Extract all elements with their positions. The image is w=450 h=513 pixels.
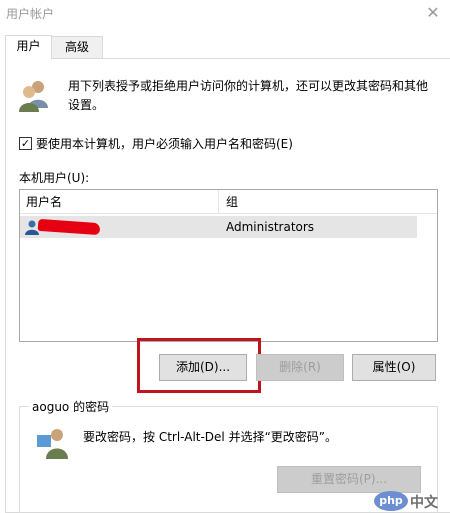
user-list[interactable]: 用户名 组 Administrators: [19, 189, 438, 342]
list-header: 用户名 组: [20, 190, 437, 214]
user-list-label: 本机用户(U):: [19, 171, 90, 185]
column-username[interactable]: 用户名: [20, 190, 219, 214]
remove-button[interactable]: 删除(R): [256, 354, 344, 381]
site-watermark: php 中文网: [374, 491, 450, 513]
tab-advanced[interactable]: 高级: [51, 36, 103, 58]
group-cell: Administrators: [226, 220, 315, 234]
users-icon: [19, 81, 48, 112]
close-icon[interactable]: ✕: [422, 2, 444, 24]
reset-password-button[interactable]: 重置密码(P)...: [277, 466, 421, 493]
watermark-text: 中文网: [410, 495, 438, 511]
user-avatar-icon: [37, 429, 68, 459]
title-bar: 用户帐户 ✕: [0, 0, 450, 30]
tab-users[interactable]: 用户: [5, 35, 52, 59]
password-group-title: aoguo 的密码: [29, 398, 113, 415]
password-instruction: 要改密码，按 Ctrl-Alt-Del 并选择“更改密码”。: [83, 430, 338, 444]
column-group[interactable]: 组: [220, 190, 437, 214]
window-title: 用户帐户: [6, 7, 55, 21]
must-login-label[interactable]: 要使用本计算机，用户必须输入用户名和密码(E): [36, 135, 293, 152]
must-login-checkbox[interactable]: ✓: [19, 137, 32, 150]
properties-button[interactable]: 属性(O): [352, 354, 436, 381]
php-logo: php: [374, 491, 408, 511]
description-text: 用下列表授予或拒绝用户访问你的计算机，还可以更改其密码和其他设置。: [68, 79, 429, 112]
table-row[interactable]: Administrators: [20, 216, 417, 238]
add-button[interactable]: 添加(D)...: [159, 354, 247, 381]
redaction-mark: [37, 218, 101, 236]
